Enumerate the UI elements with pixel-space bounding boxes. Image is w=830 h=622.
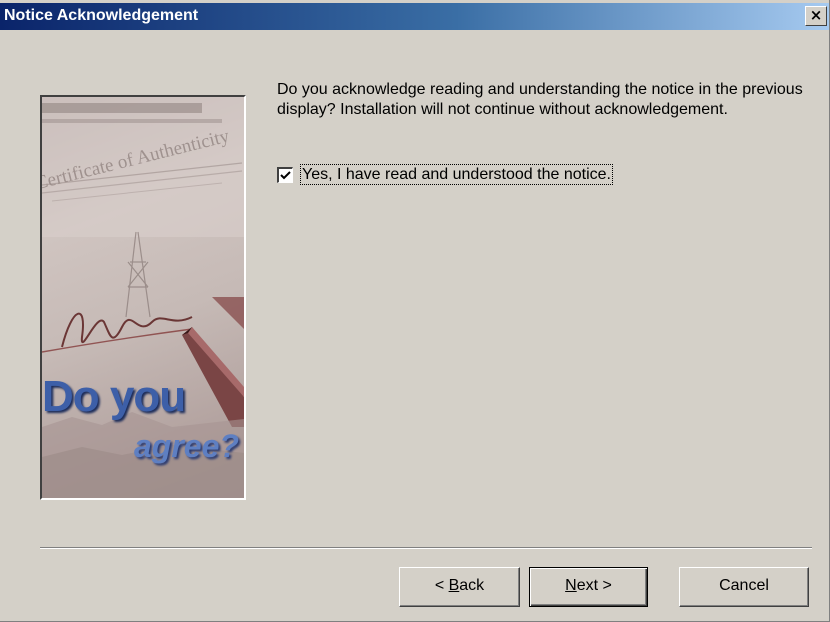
acknowledge-checkbox[interactable] xyxy=(277,167,293,183)
notice-acknowledgement-dialog: Notice Acknowledgement × Certificate of … xyxy=(0,0,830,622)
back-button[interactable]: < Back xyxy=(399,567,520,607)
acknowledgement-question: Do you acknowledge reading and understan… xyxy=(277,81,803,118)
back-button-rest: ack xyxy=(459,577,485,594)
next-button[interactable]: Next > xyxy=(529,567,648,607)
close-button[interactable]: × xyxy=(805,6,827,26)
title-bar[interactable]: Notice Acknowledgement × xyxy=(0,3,829,30)
back-button-prefix: < xyxy=(434,577,449,594)
acknowledge-checkbox-label[interactable]: Yes, I have read and understood the noti… xyxy=(300,164,613,185)
cancel-button-label: Cancel xyxy=(719,577,769,594)
back-button-mnemonic: B xyxy=(448,577,460,594)
derrick-icon xyxy=(125,231,151,318)
banner-subheadline: agree? xyxy=(134,428,239,464)
next-button-rest: ext > xyxy=(576,577,612,594)
close-icon: × xyxy=(809,6,823,24)
button-separator xyxy=(40,547,812,549)
window-title: Notice Acknowledgement xyxy=(4,7,199,24)
signature-icon xyxy=(61,312,193,348)
checkmark-icon xyxy=(280,171,291,180)
banner-image: Certificate of Authenticity Do you agree… xyxy=(40,95,246,500)
cancel-button[interactable]: Cancel xyxy=(679,567,809,607)
next-button-mnemonic: N xyxy=(565,577,577,594)
banner-headline: Do you xyxy=(42,372,186,421)
